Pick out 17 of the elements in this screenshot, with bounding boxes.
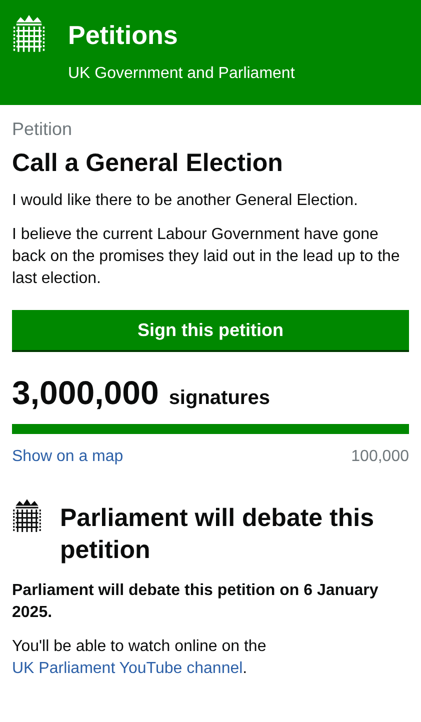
petition-text: I would like there to be another General Election. [12, 191, 359, 211]
watch-text: You'll be able to watch online on the UK Parliament YouTube channel. [12, 637, 268, 679]
portcullis-icon [12, 14, 46, 54]
signature-unit: signatures [168, 387, 270, 410]
petition-label: Petition [12, 119, 74, 140]
threshold-label: 100,000 [351, 448, 409, 466]
portcullis-icon [12, 498, 42, 534]
sign-button[interactable]: Sign this petition [12, 310, 409, 350]
debate-heading: Parliament will debate this petition [60, 503, 375, 566]
debate-date: Parliament will debate this petition on 6 January 2025. [12, 581, 380, 623]
signature-count: 3,000,000 [12, 374, 159, 412]
petition-text: I believe the current Labour Government have gone back on the promises they laid out in the lead up to the last election. [12, 225, 401, 289]
map-link[interactable]: Show on a map [12, 448, 124, 466]
youtube-link[interactable]: UK Parliament YouTube channel [12, 660, 243, 677]
site-subtitle: UK Government and Parliament [68, 65, 295, 83]
site-title: Petitions [68, 20, 179, 51]
petition-title: Call a General Election [12, 149, 284, 178]
